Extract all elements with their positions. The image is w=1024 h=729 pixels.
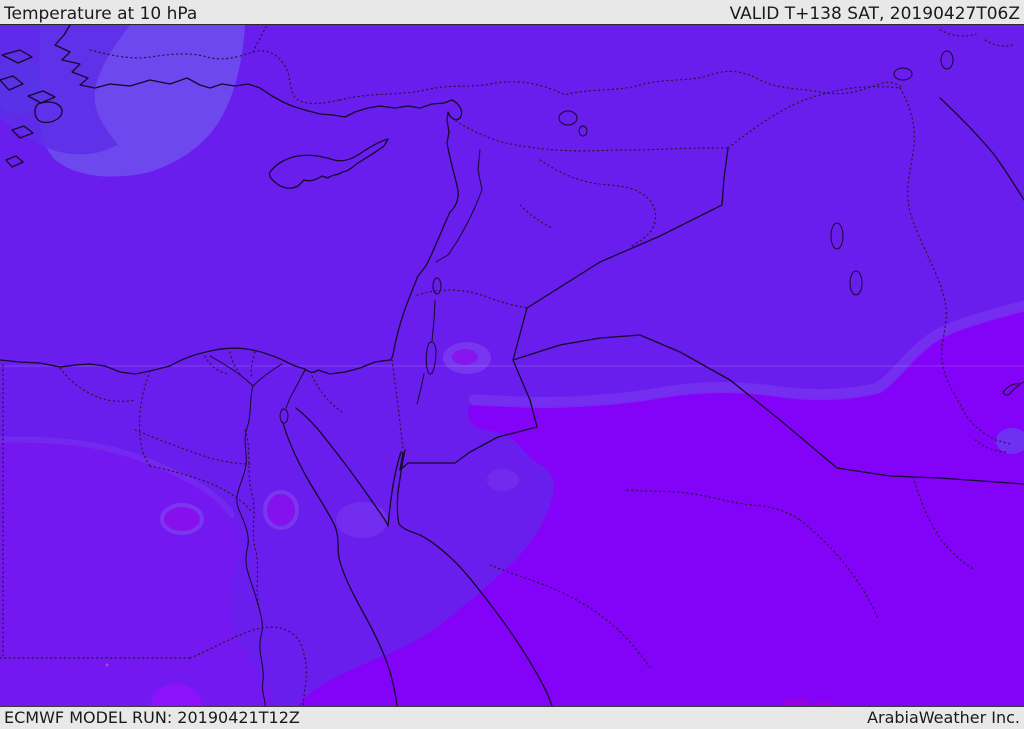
shade-blob-nile-east <box>263 490 299 530</box>
shade-blob-jordan-core <box>452 349 478 365</box>
status-bar: ECMWF MODEL RUN: 20190421T12Z ArabiaWeat… <box>0 706 1024 729</box>
model-run-label: ECMWF MODEL RUN: 20190421T12Z <box>4 708 300 728</box>
shade-blob-tabuk <box>487 469 519 491</box>
temperature-shading <box>0 25 1024 706</box>
valid-time-label: VALID T+138 SAT, 20190427T06Z <box>729 4 1020 25</box>
shade-blob-red-sea <box>336 502 388 538</box>
title-bar: Temperature at 10 hPa VALID T+138 SAT, 2… <box>0 0 1024 25</box>
map-title: Temperature at 10 hPa <box>4 4 198 25</box>
weather-map-canvas <box>0 25 1024 706</box>
shade-blob-nile-west <box>160 503 204 535</box>
shade-pink-dot <box>105 663 109 667</box>
credit-label: ArabiaWeather Inc. <box>867 708 1020 728</box>
